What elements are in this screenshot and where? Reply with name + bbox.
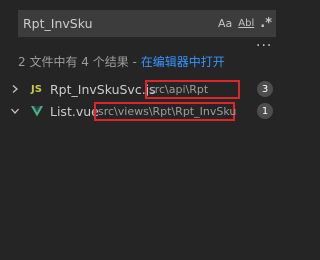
result-file-row[interactable]: List.vue src\views\Rpt\Rpt_InvSku 1 [0,100,288,122]
search-summary: 2 文件中有 4 个结果 - 在编辑器中打开 [18,53,225,70]
open-in-editor-link[interactable]: 在编辑器中打开 [141,55,225,69]
file-name: Rpt_InvSkuSvc.js [50,81,156,97]
file-name: List.vue [50,103,99,119]
summary-text: 2 文件中有 4 个结果 - [18,55,141,69]
search-input[interactable]: Rpt_InvSku [18,16,218,31]
match-count-badge: 3 [257,81,273,97]
result-file-row[interactable]: JS Rpt_InvSkuSvc.js src\api\Rpt 3 [0,78,288,100]
file-path: src\api\Rpt [145,79,240,99]
match-case-toggle[interactable]: Aa [218,16,232,32]
search-box[interactable]: Rpt_InvSku Aa Abl .* [18,10,276,37]
regex-toggle[interactable]: .* [260,16,272,32]
match-count-badge: 1 [257,103,273,119]
vue-file-icon [31,105,43,117]
search-options: Aa Abl .* [218,16,276,32]
chevron-right-icon[interactable] [10,84,20,94]
js-file-icon: JS [31,83,42,95]
whole-word-toggle[interactable]: Abl [238,16,254,32]
chevron-down-icon[interactable] [10,106,20,116]
more-options-icon[interactable]: ··· [256,38,272,54]
file-path: src\views\Rpt\Rpt_InvSku [94,101,236,121]
